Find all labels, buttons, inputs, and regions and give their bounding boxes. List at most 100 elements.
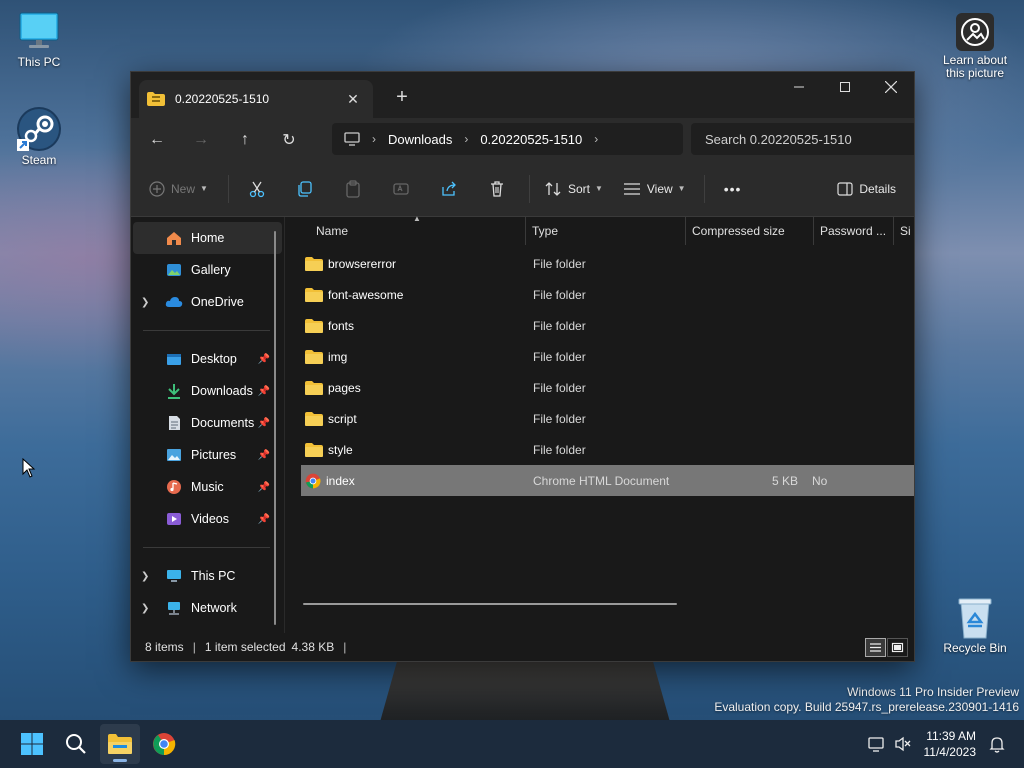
column-header-type[interactable]: Type <box>526 217 686 245</box>
breadcrumb-downloads[interactable]: Downloads <box>388 132 452 147</box>
new-button-label: New <box>171 181 196 196</box>
chevron-right-icon[interactable]: ❯ <box>141 297 155 308</box>
chevron-right-icon[interactable]: ❯ <box>141 603 155 614</box>
file-row[interactable]: font-awesome File folder <box>301 279 914 310</box>
sidebar-item-home[interactable]: Home <box>133 222 282 254</box>
cut-button[interactable] <box>235 173 279 205</box>
breadcrumb[interactable]: › Downloads › 0.20220525-1510 › <box>332 123 683 155</box>
folder-icon <box>305 349 323 364</box>
view-button[interactable]: View ▼ <box>615 173 694 205</box>
sidebar-item-this-pc[interactable]: ❯ This PC <box>133 560 282 592</box>
desktop-icon-recycle-bin[interactable]: Recycle Bin <box>937 596 1013 655</box>
document-icon <box>165 415 183 431</box>
recycle-bin-icon <box>958 598 992 639</box>
copy-button[interactable] <box>283 173 327 205</box>
scissors-icon <box>249 181 265 197</box>
sidebar-item-music[interactable]: Music 📌 <box>133 471 282 503</box>
minimize-button[interactable] <box>776 72 822 102</box>
column-header-name[interactable]: Name <box>285 217 526 245</box>
network-status-icon[interactable] <box>864 731 890 757</box>
column-header-password[interactable]: Password ... <box>814 217 894 245</box>
new-tab-button[interactable]: + <box>389 84 415 110</box>
file-row[interactable]: pages File folder <box>301 372 914 403</box>
sidebar-item-label: Desktop <box>191 352 237 366</box>
file-list: browsererror File folder font-awesome File … <box>285 245 914 496</box>
search-button[interactable] <box>56 724 96 764</box>
file-type: File folder <box>533 442 586 457</box>
cloud-icon <box>165 294 183 310</box>
sort-ascending-icon: ▲ <box>413 214 421 223</box>
back-button[interactable]: ← <box>135 124 179 156</box>
file-row[interactable]: img File folder <box>301 341 914 372</box>
search-input[interactable]: Search 0.20220525-1510 <box>691 123 914 155</box>
chevron-right-icon[interactable]: › <box>464 132 468 146</box>
delete-button[interactable] <box>475 173 519 205</box>
forward-button[interactable]: → <box>179 124 223 156</box>
file-name: fonts <box>328 318 355 333</box>
chevron-right-icon[interactable]: ❯ <box>141 571 155 582</box>
tab-current-folder[interactable]: 0.20220525-1510 ✕ <box>139 80 373 118</box>
sidebar-scrollbar[interactable] <box>274 231 276 625</box>
file-type: Chrome HTML Document <box>533 473 670 488</box>
column-header-compressed-size[interactable]: Compressed size <box>686 217 814 245</box>
details-pane-button[interactable]: Details <box>823 173 910 205</box>
taskbar-chrome[interactable] <box>144 724 184 764</box>
share-button[interactable] <box>427 173 471 205</box>
paste-button[interactable] <box>331 173 375 205</box>
sidebar-item-onedrive[interactable]: ❯ OneDrive <box>133 286 282 318</box>
folder-icon <box>305 318 323 333</box>
sidebar-item-gallery[interactable]: Gallery <box>133 254 282 286</box>
sidebar-item-label: This PC <box>191 569 236 583</box>
desktop-icon-label: Recycle Bin <box>943 641 1007 655</box>
column-header-size[interactable]: Si <box>894 217 914 245</box>
desktop-icon-learn-about-picture[interactable]: Learn about this picture <box>936 12 1014 80</box>
chevron-right-icon[interactable]: › <box>372 132 376 146</box>
rename-button[interactable] <box>379 173 423 205</box>
horizontal-scrollbar[interactable] <box>303 603 677 605</box>
sidebar-item-downloads[interactable]: Downloads 📌 <box>133 375 282 407</box>
monitor-icon <box>165 568 183 584</box>
new-button[interactable]: New ▼ <box>139 173 218 205</box>
clipboard-icon <box>346 179 360 198</box>
file-name-cell: font-awesome <box>301 287 526 302</box>
clock[interactable]: 11:39 AM 11/4/2023 <box>924 728 977 760</box>
title-bar[interactable]: 0.20220525-1510 ✕ + <box>131 72 914 118</box>
breadcrumb-current-folder[interactable]: 0.20220525-1510 <box>480 132 582 147</box>
taskbar-file-explorer[interactable] <box>100 724 140 764</box>
file-row[interactable]: browsererror File folder <box>301 248 914 279</box>
file-row[interactable]: script File folder <box>301 403 914 434</box>
gallery-icon <box>165 262 183 278</box>
chevron-right-icon[interactable]: › <box>594 132 598 146</box>
share-icon <box>442 181 456 196</box>
pc-icon <box>344 132 360 146</box>
details-view-icon <box>870 643 881 652</box>
sidebar-item-network[interactable]: ❯ Network <box>133 592 282 624</box>
sort-button[interactable]: Sort ▼ <box>536 173 611 205</box>
more-options-button[interactable]: ••• <box>711 173 755 205</box>
toolbar-divider <box>528 174 530 203</box>
notification-bell-icon[interactable] <box>984 731 1010 757</box>
file-row[interactable]: fonts File folder <box>301 310 914 341</box>
close-window-button[interactable] <box>868 72 914 102</box>
desktop-icon-this-pc[interactable]: This PC <box>1 10 77 69</box>
search-icon <box>66 734 86 754</box>
sidebar-item-videos[interactable]: Videos 📌 <box>133 503 282 535</box>
sidebar-item-pictures[interactable]: Pictures 📌 <box>133 439 282 471</box>
start-button[interactable] <box>12 724 52 764</box>
volume-muted-icon[interactable] <box>890 731 916 757</box>
refresh-button[interactable]: ↻ <box>267 124 311 156</box>
copy-icon <box>298 180 312 197</box>
close-tab-icon[interactable]: ✕ <box>341 87 365 111</box>
details-view-button[interactable] <box>865 638 886 657</box>
file-row[interactable]: index Chrome HTML Document 5 KB No <box>301 465 914 496</box>
explorer-body: Home Gallery ❯ OneDrive Desktop 📌 Downlo… <box>131 214 914 633</box>
sidebar-item-desktop[interactable]: Desktop 📌 <box>133 343 282 375</box>
tiles-view-button[interactable] <box>887 638 908 657</box>
sidebar-item-label: Network <box>191 601 237 615</box>
maximize-button[interactable] <box>822 72 868 102</box>
file-explorer-window[interactable]: 0.20220525-1510 ✕ + ← → ↑ ↻ › Downloads … <box>130 71 915 662</box>
sidebar-item-documents[interactable]: Documents 📌 <box>133 407 282 439</box>
up-button[interactable]: ↑ <box>223 124 267 156</box>
file-row[interactable]: style File folder <box>301 434 914 465</box>
desktop-icon-steam[interactable]: Steam <box>1 106 77 167</box>
